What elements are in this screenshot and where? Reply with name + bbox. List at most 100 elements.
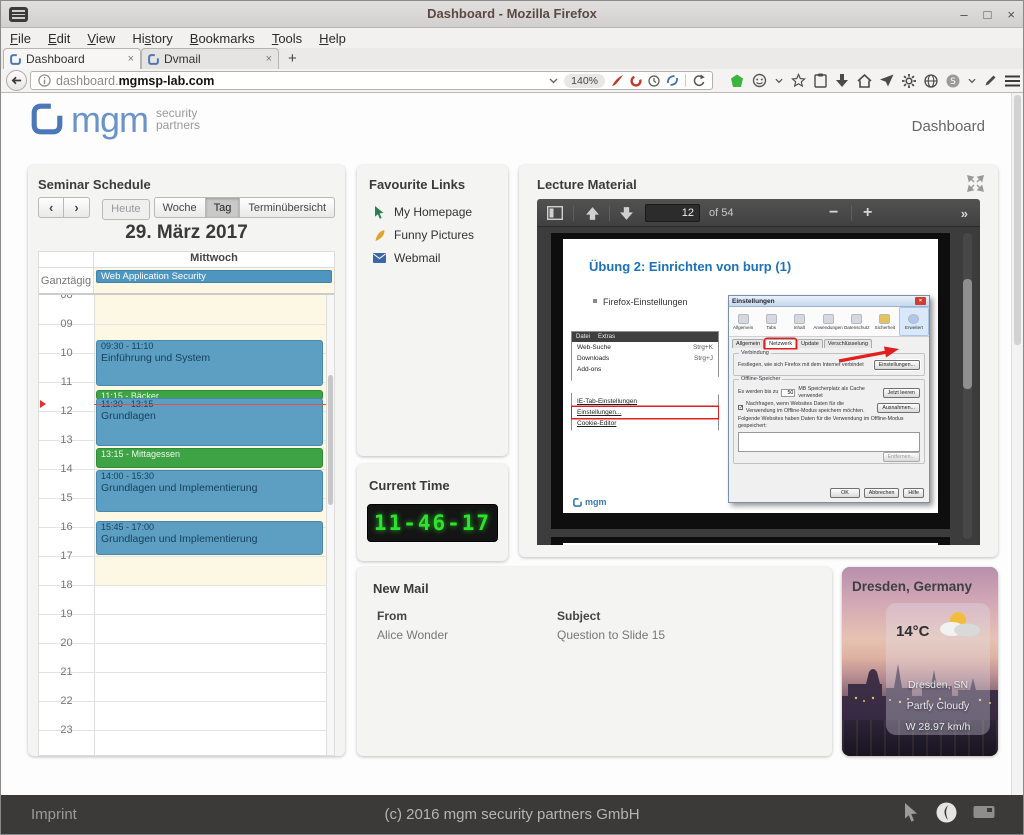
pdf-tools-button[interactable]: » bbox=[961, 199, 968, 227]
pdf-zoom-in-button[interactable]: + bbox=[863, 199, 872, 227]
close-button[interactable]: × bbox=[1007, 7, 1015, 22]
gear-icon[interactable] bbox=[902, 74, 916, 88]
calendar-event[interactable]: 14:00 - 15:30Grundlagen und Implementier… bbox=[96, 470, 323, 512]
page-scrollbar[interactable] bbox=[1011, 93, 1023, 797]
slide-menu-screenshot: Datei Extras Web-SucheStrg+KDownloadsStr… bbox=[571, 331, 719, 436]
calendar-event[interactable]: 09:30 - 11:10Einführung und System bbox=[96, 340, 323, 386]
dialog-toolbar-icon bbox=[851, 314, 862, 324]
link-label: Funny Pictures bbox=[394, 228, 474, 242]
quill-icon[interactable] bbox=[611, 74, 624, 87]
cursor-icon bbox=[373, 206, 386, 219]
tab-dashboard[interactable]: Dashboard× bbox=[3, 48, 141, 69]
moon-toggle-icon[interactable] bbox=[936, 802, 957, 828]
tab-dvmail[interactable]: Dvmail× bbox=[141, 48, 279, 69]
dialog-toolbar-icon bbox=[908, 314, 919, 324]
home-icon[interactable] bbox=[857, 74, 872, 88]
chevron-down-icon[interactable] bbox=[549, 78, 558, 84]
mail-subject-label: Subject bbox=[557, 609, 600, 623]
info-icon[interactable] bbox=[38, 74, 51, 87]
send-tab-icon[interactable] bbox=[880, 74, 894, 87]
nav-link-dashboard[interactable]: Dashboard bbox=[912, 118, 985, 135]
slide-menu-item: DownloadsStrg+J bbox=[572, 353, 718, 364]
reload-icon[interactable] bbox=[692, 74, 705, 87]
swirl-icon[interactable] bbox=[666, 74, 679, 87]
pdf-page-count: of 54 bbox=[709, 199, 733, 227]
pencil-icon[interactable] bbox=[984, 74, 997, 87]
pdf-prev-page-icon[interactable] bbox=[585, 199, 600, 227]
globe-icon[interactable] bbox=[924, 74, 938, 88]
keyboard-icon[interactable] bbox=[973, 805, 995, 824]
expand-icon[interactable] bbox=[967, 175, 984, 197]
link-my-homepage[interactable]: My Homepage bbox=[373, 205, 500, 219]
view-woche[interactable]: Woche bbox=[154, 197, 206, 218]
menu-tools[interactable]: Tools bbox=[272, 31, 302, 46]
weather-condition: Partly Cloudy bbox=[886, 696, 990, 717]
menu-history[interactable]: History bbox=[132, 31, 172, 46]
url-bar[interactable]: dashboard.mgmsp-lab.com 140% bbox=[30, 71, 713, 90]
slide-bullet: Firefox-Einstellungen bbox=[593, 297, 688, 307]
calendar-event[interactable]: 11:30 - 13:15Grundlagen bbox=[96, 398, 323, 447]
mail-subject-value[interactable]: Question to Slide 15 bbox=[557, 628, 665, 642]
lecture-material-card: Lecture Material 12 of 54 − + » bbox=[519, 165, 998, 557]
session-badge-icon[interactable]: S bbox=[946, 74, 960, 88]
menu-edit[interactable]: Edit bbox=[48, 31, 70, 46]
pdf-zoom-out-button[interactable]: − bbox=[829, 199, 838, 227]
calendar-today-button[interactable]: Heute bbox=[102, 199, 149, 220]
page-scrollbar-thumb[interactable] bbox=[1014, 95, 1021, 345]
hour-label: 22 bbox=[39, 694, 94, 708]
calendar-event[interactable]: 15:45 - 17:00Grundlagen und Implementier… bbox=[96, 521, 323, 555]
view-tag[interactable]: Tag bbox=[205, 197, 241, 218]
weather-wind: W 28.97 km/h bbox=[886, 717, 990, 738]
hour-label: 20 bbox=[39, 636, 94, 650]
link-funny-pictures[interactable]: Funny Pictures bbox=[373, 228, 500, 242]
imprint-link[interactable]: Imprint bbox=[31, 806, 77, 823]
minimize-button[interactable]: – bbox=[960, 7, 967, 22]
url-prefix: dashboard. bbox=[56, 74, 119, 88]
colorwheel-icon[interactable] bbox=[630, 75, 642, 87]
menu-help[interactable]: Help bbox=[319, 31, 346, 46]
hamburger-menu-icon[interactable] bbox=[1005, 75, 1020, 87]
mgm-logo: mgm securitypartners bbox=[31, 103, 200, 137]
calendar-event[interactable]: 13:15 - Mittagessen bbox=[96, 448, 323, 468]
clock-icon[interactable] bbox=[648, 75, 660, 87]
download-icon[interactable] bbox=[835, 74, 849, 88]
calendar-next-button[interactable]: › bbox=[63, 197, 89, 218]
dialog-toolbar-icon bbox=[823, 314, 834, 324]
lecture-title: Lecture Material bbox=[537, 177, 637, 192]
bookmark-star-icon[interactable] bbox=[791, 73, 806, 88]
chevron-down-icon[interactable] bbox=[775, 78, 783, 84]
titlebar: Dashboard - Mozilla Firefox – □ × bbox=[1, 1, 1023, 28]
menu-view[interactable]: View bbox=[87, 31, 115, 46]
mgm-logo-icon bbox=[31, 103, 63, 135]
favourite-links-list: My Homepage Funny Pictures Webmail bbox=[373, 205, 500, 274]
calendar-scrollbar[interactable] bbox=[326, 295, 334, 755]
event-title: Grundlagen und Implementierung bbox=[101, 482, 318, 494]
pdf-sidebar-toggle-icon[interactable] bbox=[547, 199, 563, 227]
hour-label: 13 bbox=[39, 433, 94, 447]
privacy-mask-icon[interactable] bbox=[752, 73, 767, 88]
calendar-scrollbar-thumb[interactable] bbox=[328, 375, 333, 505]
back-button[interactable] bbox=[6, 70, 27, 91]
brand-name: mgm bbox=[71, 103, 148, 137]
new-tab-button[interactable]: + bbox=[279, 49, 306, 69]
chevron-down-icon[interactable] bbox=[968, 78, 976, 84]
view-terminübersicht[interactable]: Terminübersicht bbox=[239, 197, 335, 218]
tab-close-icon[interactable]: × bbox=[266, 53, 272, 65]
noscript-icon[interactable] bbox=[730, 74, 744, 88]
pdf-next-page-icon[interactable] bbox=[619, 199, 634, 227]
pdf-page-input[interactable]: 12 bbox=[645, 204, 700, 222]
maximize-button[interactable]: □ bbox=[984, 7, 992, 22]
calendar-prev-button[interactable]: ‹ bbox=[38, 197, 64, 218]
svg-text:S: S bbox=[950, 77, 956, 87]
link-webmail[interactable]: Webmail bbox=[373, 251, 500, 265]
menubar: File Edit View History Bookmarks Tools Help bbox=[1, 28, 1023, 48]
mail-from-value[interactable]: Alice Wonder bbox=[377, 628, 448, 642]
now-indicator-line bbox=[94, 404, 326, 405]
menu-bookmarks[interactable]: Bookmarks bbox=[190, 31, 255, 46]
menu-file[interactable]: File bbox=[10, 31, 31, 46]
allday-event[interactable]: Web Application Security bbox=[96, 270, 332, 283]
clipboard-icon[interactable] bbox=[814, 73, 827, 88]
pdf-scrollbar-thumb[interactable] bbox=[963, 279, 972, 389]
zoom-indicator[interactable]: 140% bbox=[564, 74, 605, 88]
tab-close-icon[interactable]: × bbox=[128, 53, 134, 65]
